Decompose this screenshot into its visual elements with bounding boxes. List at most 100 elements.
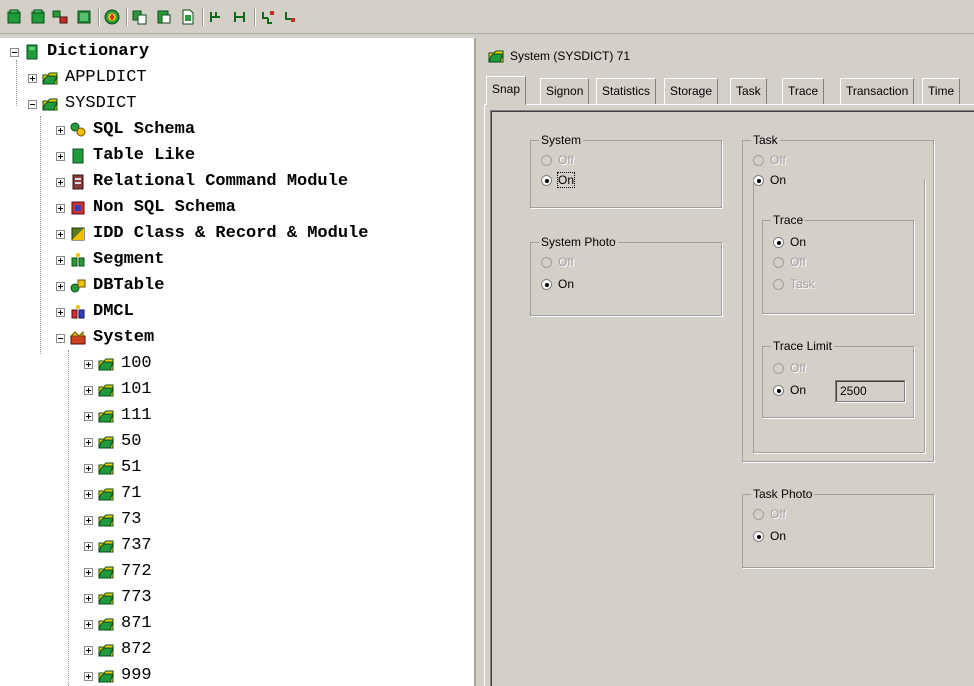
tree-node-system[interactable]: System: [56, 326, 154, 350]
expand-icon[interactable]: [56, 203, 65, 213]
document-icon[interactable]: [180, 9, 196, 25]
expand-icon[interactable]: [56, 281, 65, 291]
radio-button[interactable]: [773, 384, 784, 396]
expand-icon[interactable]: [84, 619, 93, 629]
radio-button[interactable]: [773, 278, 784, 290]
tree-node-system-item[interactable]: 50: [84, 430, 141, 454]
expand-icon[interactable]: [84, 385, 93, 395]
tree-node-system-item[interactable]: 871: [84, 612, 152, 636]
tab-statistics[interactable]: Statistics: [596, 78, 657, 104]
tree-node-system-item[interactable]: 737: [84, 534, 152, 558]
tree-node-system-item[interactable]: 101: [84, 378, 152, 402]
radio-button[interactable]: [773, 362, 784, 374]
radio-button[interactable]: [541, 278, 552, 290]
folder-icon: [97, 564, 115, 580]
expand-icon[interactable]: [84, 515, 93, 525]
expand-icon[interactable]: [84, 359, 93, 369]
folder-icon: [97, 434, 115, 450]
expand-icon[interactable]: [56, 255, 65, 265]
expand-icon[interactable]: [84, 671, 93, 681]
tab-trace[interactable]: Trace: [782, 78, 825, 104]
expand-icon[interactable]: [56, 125, 65, 135]
task-off-radio[interactable]: Off: [753, 151, 786, 169]
collapse-icon[interactable]: [28, 99, 37, 109]
tree-node-appldict[interactable]: APPLDICT: [28, 66, 147, 90]
expand-icon[interactable]: [84, 437, 93, 447]
tree-node-system-item[interactable]: 111: [84, 404, 152, 428]
radio-button[interactable]: [773, 236, 784, 248]
tab-storage[interactable]: Storage: [664, 78, 719, 104]
radio-button[interactable]: [541, 256, 552, 268]
table-icon[interactable]: [76, 9, 92, 25]
expand-icon[interactable]: [84, 489, 93, 499]
radio-button[interactable]: [773, 256, 784, 268]
tree-node-system-item[interactable]: 772: [84, 560, 152, 584]
collapse-icon[interactable]: [56, 333, 65, 343]
tree-node-sql-schema[interactable]: SQL Schema: [56, 118, 195, 142]
tab-signon[interactable]: Signon: [540, 78, 590, 104]
trace-limit-input[interactable]: 2500: [835, 380, 905, 402]
module-icon[interactable]: [52, 9, 68, 25]
radio-button[interactable]: [541, 154, 552, 166]
trace-limit-off-radio[interactable]: Off: [773, 359, 806, 377]
hierarchy-icon[interactable]: [208, 9, 224, 25]
tree-node-relational-command-module[interactable]: Relational Command Module: [56, 170, 348, 194]
tree-node-idd-class[interactable]: IDD Class & Record & Module: [56, 222, 368, 246]
tab-snap[interactable]: Snap: [486, 76, 527, 105]
task-photo-off-radio[interactable]: Off: [753, 505, 786, 523]
tree-node-system-item[interactable]: 51: [84, 456, 141, 480]
tab-task[interactable]: Task: [730, 78, 767, 104]
green-cube-icon[interactable]: [30, 9, 46, 25]
tree-node-system-item[interactable]: 73: [84, 508, 141, 532]
dictionary-tree[interactable]: Dictionary APPLDICT SYSDICT SQL Schema T…: [0, 38, 476, 686]
expand-icon[interactable]: [84, 463, 93, 473]
system-photo-on-radio[interactable]: On: [541, 275, 574, 293]
tree-node-segment[interactable]: Segment: [56, 248, 164, 272]
expand-icon[interactable]: [56, 177, 65, 187]
tab-time[interactable]: Time: [922, 78, 961, 104]
expand-icon[interactable]: [84, 541, 93, 551]
radio-button[interactable]: [753, 154, 764, 166]
tab-transaction[interactable]: Transaction: [840, 78, 915, 104]
branch-icon[interactable]: [260, 9, 276, 25]
system-on-radio[interactable]: On: [541, 171, 576, 189]
task-photo-on-radio[interactable]: On: [753, 527, 786, 545]
tree-node-table-like[interactable]: Table Like: [56, 144, 195, 168]
tree-label: 772: [121, 562, 152, 581]
trace-on-radio[interactable]: On: [773, 233, 806, 251]
tree-node-system-item[interactable]: 872: [84, 638, 152, 662]
expand-icon[interactable]: [28, 73, 37, 83]
radio-button[interactable]: [753, 530, 764, 542]
expand-icon[interactable]: [84, 645, 93, 655]
radio-button[interactable]: [541, 174, 552, 186]
expand-icon[interactable]: [84, 593, 93, 603]
tree-node-non-sql-schema[interactable]: Non SQL Schema: [56, 196, 236, 220]
expand-icon[interactable]: [84, 567, 93, 577]
tree-node-system-item[interactable]: 773: [84, 586, 152, 610]
radio-button[interactable]: [753, 508, 764, 520]
system-off-radio[interactable]: Off: [541, 151, 574, 169]
expand-icon[interactable]: [56, 151, 65, 161]
trace-task-radio[interactable]: Task: [773, 275, 815, 293]
expand-icon[interactable]: [56, 307, 65, 317]
green-cube-icon[interactable]: [6, 9, 22, 25]
trace-off-radio[interactable]: Off: [773, 253, 806, 271]
system-photo-off-radio[interactable]: Off: [541, 253, 574, 271]
tree-node-system-item[interactable]: 999: [84, 664, 152, 686]
paste-icon[interactable]: [156, 9, 172, 25]
hierarchy-icon[interactable]: [232, 9, 248, 25]
trace-limit-on-radio[interactable]: On: [773, 381, 806, 399]
branch-icon[interactable]: [282, 9, 298, 25]
panel-title-text: System (SYSDICT) 71: [510, 49, 631, 63]
tree-node-system-item[interactable]: 71: [84, 482, 141, 506]
expand-icon[interactable]: [84, 411, 93, 421]
tree-node-system-item[interactable]: 100: [84, 352, 152, 376]
compass-icon[interactable]: [104, 9, 120, 25]
expand-icon[interactable]: [56, 229, 65, 239]
tree-node-dmcl[interactable]: DMCL: [56, 300, 134, 324]
tree-node-sysdict[interactable]: SYSDICT: [28, 92, 136, 116]
tree-node-dbtable[interactable]: DBTable: [56, 274, 164, 298]
collapse-icon[interactable]: [10, 47, 19, 57]
tree-node-dictionary[interactable]: Dictionary: [10, 40, 149, 64]
copy-icon[interactable]: [132, 9, 148, 25]
